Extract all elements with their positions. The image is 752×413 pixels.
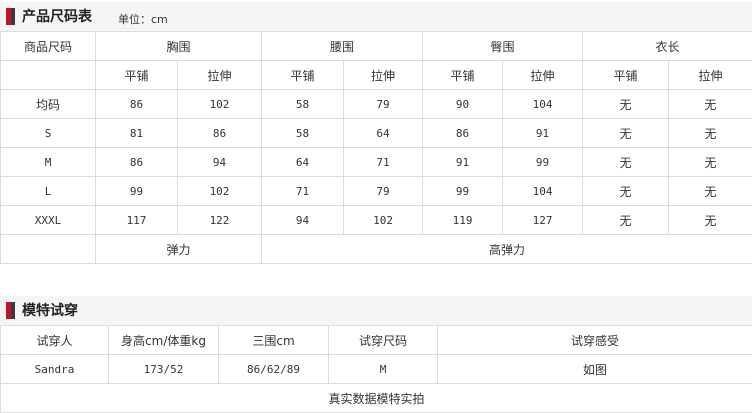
elasticity-blank: [0, 234, 96, 264]
subheader-cell: 拉伸: [343, 60, 424, 90]
size-chart-unit: 单位：cm: [118, 13, 168, 26]
table-row: Sandra 173/52 86/62/89 M 如图: [0, 354, 752, 384]
size-value: 127: [502, 205, 584, 235]
size-value: 94: [261, 205, 345, 235]
subheader-cell: 拉伸: [668, 60, 752, 90]
subheader-cell: 拉伸: [502, 60, 584, 90]
subheader-cell: 平铺: [95, 60, 178, 90]
header-length: 衣长: [582, 31, 752, 61]
size-value: 79: [343, 89, 424, 119]
subheader-blank: [0, 60, 96, 90]
size-value: 58: [261, 89, 345, 119]
size-value: 无: [582, 147, 670, 177]
size-label: M: [0, 147, 96, 177]
size-value: 102: [343, 205, 424, 235]
section-marker-icon: [6, 8, 15, 25]
model-header-cell: 试穿尺码: [328, 325, 438, 355]
elasticity-row: 弹力 高弹力: [0, 234, 752, 264]
section-marker-icon: [6, 302, 15, 319]
size-value: 99: [422, 176, 504, 206]
size-chart-table: 商品尺码 胸围 腰围 臀围 衣长 平铺 拉伸 平铺 拉伸 平铺 拉伸 平铺 拉伸…: [0, 31, 752, 264]
size-subheader-row: 平铺 拉伸 平铺 拉伸 平铺 拉伸 平铺 拉伸: [0, 60, 752, 90]
model-header-cell: 身高cm/体重kg: [108, 325, 219, 355]
size-value: 无: [582, 89, 670, 119]
size-value: 79: [343, 176, 424, 206]
header-size: 商品尺码: [0, 31, 96, 61]
size-value: 99: [502, 147, 584, 177]
size-value: 102: [176, 176, 263, 206]
model-header-row: 试穿人 身高cm/体重kg 三围cm 试穿尺码 试穿感受: [0, 325, 752, 355]
table-row: 均码 86 102 58 79 90 104 无 无: [0, 89, 752, 119]
model-measurements: 86/62/89: [218, 354, 329, 384]
size-value: 86: [95, 89, 178, 119]
model-footer: 真实数据模特实拍: [0, 383, 752, 413]
model-feedback: 如图: [437, 354, 752, 384]
size-value: 无: [668, 118, 752, 148]
model-size: M: [328, 354, 438, 384]
size-value: 86: [176, 118, 263, 148]
size-value: 无: [668, 205, 752, 235]
model-header-cell: 试穿感受: [437, 325, 752, 355]
size-value: 119: [422, 205, 504, 235]
size-value: 104: [502, 89, 584, 119]
model-header-cell: 试穿人: [0, 325, 109, 355]
size-value: 无: [582, 176, 670, 206]
subheader-cell: 平铺: [422, 60, 504, 90]
model-footer-row: 真实数据模特实拍: [0, 383, 752, 413]
model-header-cell: 三围cm: [218, 325, 329, 355]
size-value: 64: [343, 118, 424, 148]
subheader-cell: 拉伸: [176, 60, 263, 90]
size-value: 86: [95, 147, 178, 177]
size-value: 64: [261, 147, 345, 177]
size-value: 无: [582, 118, 670, 148]
elasticity-chest: 弹力: [94, 234, 263, 264]
size-value: 122: [176, 205, 263, 235]
elasticity-rest: 高弹力: [261, 234, 752, 264]
model-name: Sandra: [0, 354, 109, 384]
model-fit-title: 模特试穿: [22, 303, 78, 319]
model-fit-header: 模特试穿: [0, 296, 752, 326]
size-chart-header: 产品尺码表 单位：cm: [0, 2, 752, 32]
table-row: XXXL 117 122 94 102 119 127 无 无: [0, 205, 752, 235]
size-value: 无: [582, 205, 670, 235]
header-chest: 胸围: [94, 31, 263, 61]
size-value: 无: [668, 147, 752, 177]
table-row: M 86 94 64 71 91 99 无 无: [0, 147, 752, 177]
size-value: 94: [176, 147, 263, 177]
size-value: 58: [261, 118, 345, 148]
size-value: 无: [668, 176, 752, 206]
size-label: L: [0, 176, 96, 206]
size-value: 90: [422, 89, 504, 119]
size-value: 104: [502, 176, 584, 206]
size-value: 81: [95, 118, 178, 148]
table-row: L 99 102 71 79 99 104 无 无: [0, 176, 752, 206]
model-fit-table: 试穿人 身高cm/体重kg 三围cm 试穿尺码 试穿感受 Sandra 173/…: [0, 325, 752, 413]
size-value: 117: [95, 205, 178, 235]
size-label: S: [0, 118, 96, 148]
size-value: 91: [502, 118, 584, 148]
header-waist: 腰围: [261, 31, 424, 61]
subheader-cell: 平铺: [582, 60, 670, 90]
header-hip: 臀围: [422, 31, 584, 61]
subheader-cell: 平铺: [261, 60, 345, 90]
size-value: 71: [343, 147, 424, 177]
size-value: 91: [422, 147, 504, 177]
size-value: 71: [261, 176, 345, 206]
size-header-row: 商品尺码 胸围 腰围 臀围 衣长: [0, 31, 752, 61]
size-chart-title: 产品尺码表: [22, 9, 92, 25]
size-value: 102: [176, 89, 263, 119]
size-value: 86: [422, 118, 504, 148]
size-value: 99: [95, 176, 178, 206]
model-height-weight: 173/52: [108, 354, 219, 384]
size-value: 无: [668, 89, 752, 119]
size-label: XXXL: [0, 205, 96, 235]
size-label: 均码: [0, 89, 96, 119]
table-row: S 81 86 58 64 86 91 无 无: [0, 118, 752, 148]
